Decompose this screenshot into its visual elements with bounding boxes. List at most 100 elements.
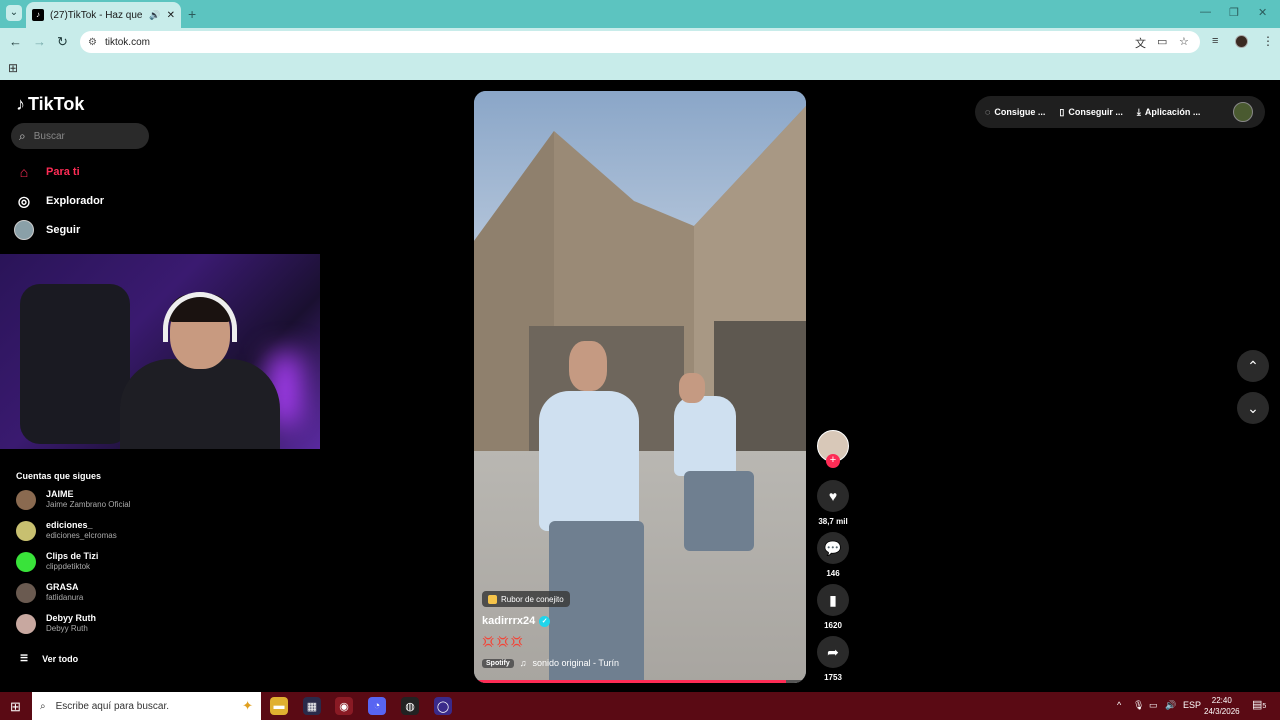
following-item[interactable]: ediciones_ ediciones_elcromas	[16, 520, 117, 541]
file-explorer-icon[interactable]: ▬	[270, 697, 288, 715]
following-item[interactable]: GRASA fatlidanura	[16, 582, 83, 603]
video-progress-bar[interactable]	[474, 680, 806, 683]
taskbar-search-input[interactable]: ⌕ Escribe aquí para buscar. ✦	[32, 692, 261, 720]
back-icon[interactable]: ←	[9, 34, 22, 49]
author-name: kadirrrx24	[482, 615, 536, 627]
desktop-app-button[interactable]: ⤓ Aplicación ...	[1137, 107, 1201, 118]
share-button[interactable]: ➦	[817, 636, 849, 668]
video-music[interactable]: Spotify ♫ sonido original - Turín	[482, 658, 619, 668]
network-icon[interactable]: ▭	[1149, 700, 1158, 711]
restore-icon[interactable]: ❐	[1229, 6, 1239, 19]
following-item[interactable]: JAIME Jaime Zambrano Oficial	[16, 489, 130, 510]
user-avatar[interactable]	[1233, 102, 1253, 122]
close-tab-icon[interactable]: ✕	[167, 10, 175, 21]
effect-label: Rubor de conejito	[501, 594, 564, 604]
notifications-icon[interactable]: ▤5	[1252, 698, 1266, 711]
comment-count: 146	[826, 569, 840, 578]
tiktok-favicon-icon: ♪	[32, 9, 44, 21]
close-window-icon[interactable]: ✕	[1258, 6, 1267, 19]
logo-text: TikTok	[28, 94, 85, 114]
next-video-button[interactable]: ⌄	[1237, 392, 1269, 424]
tab-title: (27)TikTok - Haz que tu día	[50, 9, 143, 21]
cast-icon[interactable]: ▭	[1157, 35, 1167, 48]
following-item[interactable]: Clips de Tizi clippdetiktok	[16, 551, 98, 572]
chrome-icon[interactable]: ◉	[335, 697, 353, 715]
browser-menu-icon[interactable]: ⋮	[1262, 34, 1274, 48]
tiktok-logo[interactable]: ♪ TikTok	[16, 94, 84, 115]
address-bar[interactable]: ⚙ tiktok.com	[80, 31, 1200, 53]
media-control-icon[interactable]: ≡	[1212, 35, 1218, 47]
nav-item-following[interactable]: Seguir	[14, 220, 80, 240]
obs-icon[interactable]: ◍	[401, 697, 419, 715]
apps-grid-icon[interactable]: ⊞	[8, 61, 18, 75]
previous-video-button[interactable]: ⌃	[1237, 350, 1269, 382]
avatar	[14, 220, 34, 240]
following-handle: Jaime Zambrano Oficial	[46, 500, 131, 509]
nav-item-for-you[interactable]: ⌂ Para ti	[14, 162, 80, 182]
video-author[interactable]: kadirrrx24 ✓	[482, 615, 551, 627]
home-icon: ⌂	[19, 164, 29, 180]
system-clock[interactable]: 22:40 24/3/2026	[1204, 695, 1240, 717]
following-text: Debyy Ruth Debyy Ruth	[46, 613, 96, 634]
windows-start-icon[interactable]: ⊞	[10, 699, 21, 715]
nav-item-explore[interactable]: ◎ Explorador	[14, 191, 104, 211]
effect-tag[interactable]: Rubor de conejito	[482, 591, 570, 607]
coin-icon: ◌	[985, 107, 991, 117]
heart-icon: ♥	[828, 488, 838, 504]
search-input[interactable]: ⌕ Buscar	[11, 123, 149, 149]
tab-strip: ⌄ ♪ (27)TikTok - Haz que tu día 🔊 ✕ + — …	[0, 0, 1280, 28]
app-icon[interactable]: ◯	[434, 697, 452, 715]
following-handle: clippdetiktok	[46, 562, 91, 571]
site-info-icon[interactable]: ⚙	[88, 37, 97, 48]
music-note-icon: ♫	[519, 658, 527, 668]
following-handle: fatlidanura	[46, 593, 84, 602]
language-indicator[interactable]: ESP	[1183, 700, 1201, 710]
microphone-icon[interactable]: 🎙	[1133, 700, 1144, 711]
minimize-icon[interactable]: —	[1200, 6, 1211, 18]
like-button[interactable]: ♥	[817, 480, 849, 512]
save-count: 1620	[824, 621, 842, 630]
follow-plus-icon[interactable]: +	[826, 454, 840, 468]
video-player[interactable]: Rubor de conejito kadirrrx24 ✓ 💢💢💢 Spoti…	[474, 91, 806, 683]
save-button[interactable]: ▮	[817, 584, 849, 616]
speaker-icon[interactable]: 🔊	[149, 10, 160, 21]
following-text: Clips de Tizi clippdetiktok	[46, 551, 98, 572]
chevron-up-icon: ⌃	[1247, 357, 1259, 374]
following-section-title: Cuentas que sigues	[16, 471, 102, 481]
comment-button[interactable]: 💬	[817, 532, 849, 564]
discord-icon[interactable]: ◔	[368, 697, 386, 715]
volume-icon[interactable]: 🔊	[1165, 700, 1176, 711]
bookmark-star-icon[interactable]: ☆	[1179, 35, 1189, 48]
copilot-sparkle-icon[interactable]: ✦	[242, 698, 253, 714]
clock-time: 22:40	[1211, 696, 1232, 705]
spotify-badge[interactable]: Spotify	[482, 658, 514, 668]
following-handle: Debyy Ruth	[46, 624, 88, 633]
nav-label-explore: Explorador	[46, 195, 105, 207]
see-all-label: Ver todo	[42, 653, 79, 664]
video-description: 💢💢💢	[482, 637, 526, 648]
get-app-button[interactable]: ▯ Conseguir ...	[1059, 107, 1122, 118]
new-tab-icon[interactable]: +	[188, 6, 196, 22]
search-placeholder: Buscar	[33, 130, 65, 142]
bookmark-icon: ▮	[829, 591, 837, 608]
following-name: Clips de Tizi	[46, 551, 99, 561]
see-all-link[interactable]: ☰ Ver todo	[20, 653, 78, 664]
profile-avatar[interactable]	[1235, 35, 1248, 48]
translate-icon[interactable]: 文	[1135, 35, 1146, 51]
browser-tab[interactable]: ♪ (27)TikTok - Haz que tu día 🔊 ✕	[26, 2, 181, 28]
tray-chevron-icon[interactable]: ^	[1117, 700, 1121, 710]
notification-count: 5	[1262, 703, 1267, 710]
get-coins-button[interactable]: ◌ Consigue ...	[985, 107, 1045, 117]
reload-icon[interactable]: ↻	[57, 34, 68, 50]
forward-icon[interactable]: →	[33, 34, 46, 49]
webcam-chair	[20, 284, 130, 444]
verified-icon: ✓	[539, 615, 551, 627]
webcam-overlay	[0, 254, 320, 449]
tiktok-note-icon: ♪	[16, 94, 25, 114]
following-name: Debyy Ruth	[46, 613, 97, 623]
following-item[interactable]: Debyy Ruth Debyy Ruth	[16, 613, 96, 634]
video-person-shirt	[539, 391, 639, 531]
store-icon[interactable]: ▦	[303, 697, 321, 715]
tab-search-icon[interactable]: ⌄	[6, 5, 22, 21]
get-coins-label: Consigue ...	[994, 107, 1046, 117]
